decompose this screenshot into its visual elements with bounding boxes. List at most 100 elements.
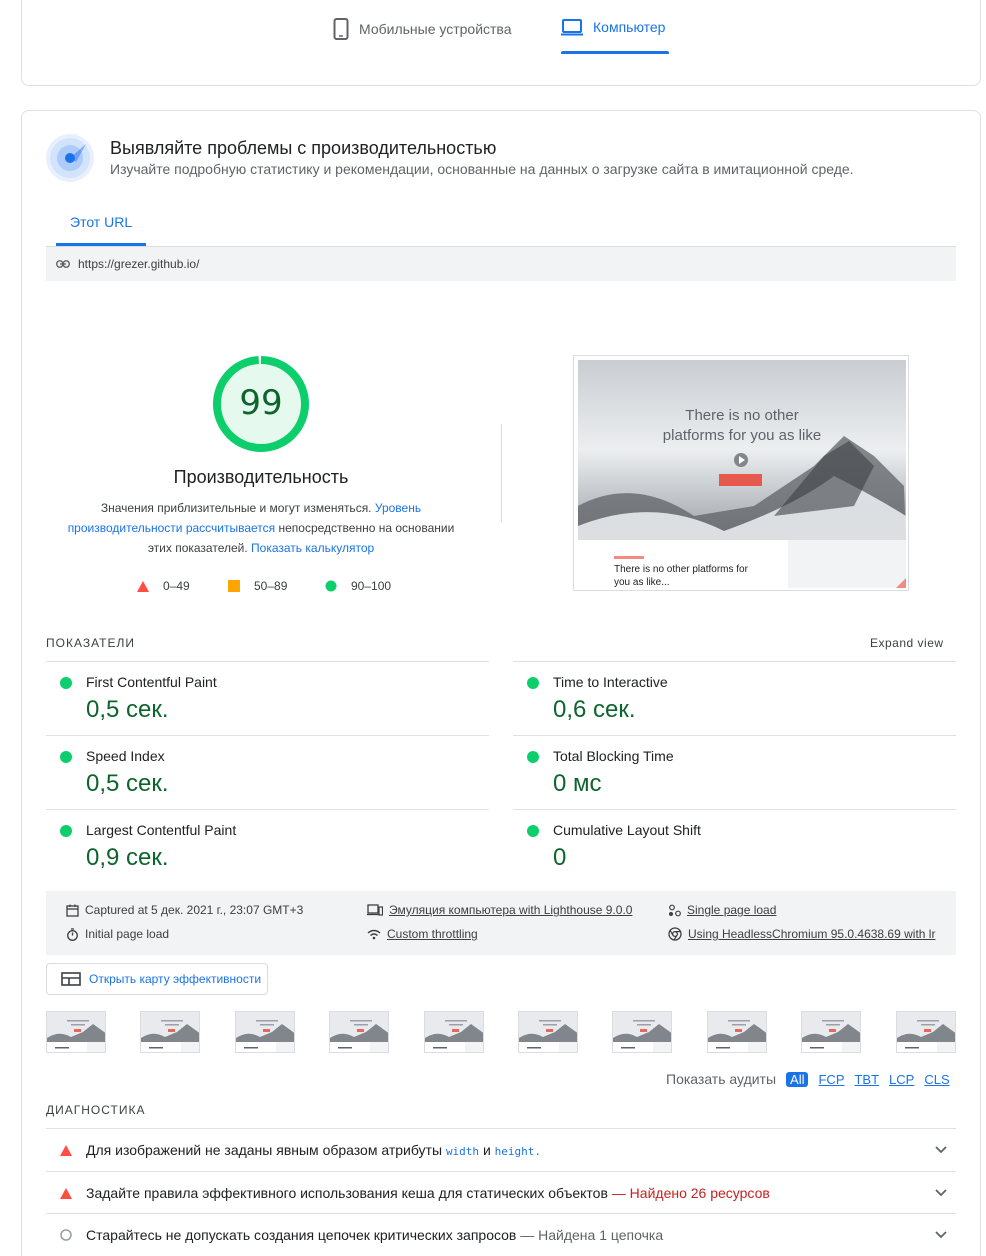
devices-icon [367, 904, 383, 916]
info-circle-icon [60, 1229, 72, 1241]
filmstrip-frame [896, 1011, 956, 1053]
chevron-down-icon [935, 1231, 947, 1239]
filmstrip-frame [329, 1011, 389, 1053]
pass-dot-icon [60, 825, 72, 837]
audit-filter: Показать аудиты All FCP TBT LCP CLS [666, 1071, 950, 1087]
browser-info[interactable]: Using HeadlessChromium 95.0.4638.69 with… [668, 927, 935, 941]
pass-dot-icon [527, 677, 539, 689]
pass-dot-icon [527, 751, 539, 763]
calendar-icon [66, 904, 79, 917]
filter-all[interactable]: All [786, 1071, 809, 1087]
score-value: 99 [239, 383, 283, 423]
metric-value: 0,6 сек. [553, 696, 636, 723]
orange-square-icon [228, 580, 240, 592]
red-triangle-icon [60, 1144, 72, 1156]
legend-average: 50–89 [228, 579, 287, 593]
metric-value: 0,5 сек. [86, 770, 169, 797]
filmstrip-frame [424, 1011, 484, 1053]
metric-name: Speed Index [86, 748, 165, 764]
diagnostics-section-label: ДИАГНОСТИКА [46, 1103, 146, 1117]
filter-tbt[interactable]: TBT [854, 1072, 879, 1087]
legend-average-label: 50–89 [254, 579, 288, 593]
metrics-section-label: ПОКАЗАТЕЛИ [46, 636, 135, 650]
filmstrip-frame [801, 1011, 861, 1053]
score-desc-text-1: Значения приблизительные и могут изменят… [100, 501, 372, 515]
final-screenshot: There is no other platforms for you as l… [573, 355, 909, 591]
emulation-info[interactable]: Эмуляция компьютера with Lighthouse 9.0.… [367, 903, 632, 917]
filmstrip-frame [707, 1011, 767, 1053]
audit-code: height [494, 1145, 535, 1158]
screenshot-footer-text: There is no other platforms for you as l… [614, 563, 748, 589]
wifi-icon [367, 929, 381, 939]
metric-value: 0,5 сек. [86, 696, 169, 723]
vertical-divider [501, 424, 502, 522]
pass-dot-icon [60, 677, 72, 689]
tab-this-url[interactable]: Этот URL [70, 214, 132, 230]
audit-title: Старайтесь не допускать создания цепочек… [86, 1227, 926, 1243]
show-calculator-link[interactable]: Показать калькулятор [251, 541, 374, 555]
throttling-info[interactable]: Custom throttling [367, 927, 478, 941]
tab-desktop[interactable]: Компьютер [561, 18, 665, 36]
audit-detail: — Найдена 1 цепочка [520, 1227, 664, 1243]
audit-text: Старайтесь не допускать создания цепочек… [86, 1227, 517, 1243]
screenshot-hero-text: There is no other platforms for you as l… [574, 406, 908, 446]
metric-name: Largest Contentful Paint [86, 822, 237, 838]
chrome-icon [668, 927, 682, 941]
treemap-icon [61, 972, 81, 986]
audit-title: Для изображений не заданы явным образом … [86, 1142, 926, 1158]
audit-filter-label: Показать аудиты [666, 1071, 777, 1087]
green-circle-icon [325, 580, 337, 592]
filter-cls[interactable]: CLS [924, 1072, 949, 1087]
single-load-info[interactable]: Single page load [668, 903, 776, 917]
audit-row-unsized-images[interactable]: Для изображений не заданы явным образом … [46, 1128, 956, 1171]
throttling-text: Custom throttling [387, 927, 478, 941]
view-treemap-button[interactable]: Открыть карту эффективности [46, 963, 268, 995]
captured-at-text: Captured at 5 дек. 2021 г., 23:07 GMT+3 [85, 903, 304, 917]
initial-page-load: Initial page load [66, 927, 169, 941]
legend-pass-label: 90–100 [351, 579, 392, 593]
screenshot-hero-line-2: platforms for you as like [662, 427, 822, 444]
audit-row-cache-policy[interactable]: Задайте правила эффективного использован… [46, 1171, 956, 1214]
nodes-icon [669, 904, 681, 916]
emulation-text: Эмуляция компьютера with Lighthouse 9.0.… [389, 903, 633, 917]
initial-load-text: Initial page load [85, 927, 170, 941]
filter-fcp[interactable]: FCP [818, 1072, 844, 1087]
pass-dot-icon [60, 751, 72, 763]
top-card [21, 0, 981, 86]
tab-mobile-label: Мобильные устройства [359, 21, 512, 37]
audit-text: Задайте правила эффективного использован… [86, 1185, 608, 1201]
audit-text: и [482, 1142, 491, 1158]
metric-si: Speed Index 0,5 сек. [46, 735, 489, 809]
tab-desktop-label: Компьютер [593, 19, 666, 35]
metric-cls: Cumulative Layout Shift 0 [513, 809, 956, 883]
metric-name: Time to Interactive [553, 674, 668, 690]
score-title: Производительность [173, 467, 349, 487]
metric-tbt: Total Blocking Time 0 мс [513, 735, 956, 809]
score-description: Значения приблизительные и могут изменят… [62, 498, 460, 558]
chevron-down-icon [935, 1189, 947, 1197]
metric-lcp: Largest Contentful Paint 0,9 сек. [46, 809, 489, 883]
metric-value: 0 мс [553, 770, 602, 797]
audit-row-critical-chains[interactable]: Старайтесь не допускать создания цепочек… [46, 1213, 956, 1256]
filmstrip-frame [612, 1011, 672, 1053]
tested-url: https://grezer.github.io/ [78, 257, 200, 271]
link-icon [56, 260, 70, 268]
metric-fcp: First Contentful Paint 0,5 сек. [46, 661, 489, 735]
filter-lcp[interactable]: LCP [889, 1072, 914, 1087]
legend-fail: 0–49 [137, 579, 190, 593]
expand-view-toggle[interactable]: Expand view [870, 636, 944, 650]
audit-detail: — Найдено 26 ресурсов [611, 1185, 770, 1201]
audit-code: width [445, 1145, 480, 1158]
red-triangle-icon [60, 1187, 72, 1199]
filmstrip-frame [140, 1011, 200, 1053]
pass-dot-icon [527, 825, 539, 837]
tab-mobile[interactable]: Мобильные устройства [333, 18, 512, 40]
chevron-down-icon [935, 1146, 947, 1154]
lab-data-icon [46, 134, 94, 182]
view-treemap-label: Открыть карту эффективности [89, 972, 262, 986]
timer-icon [67, 927, 78, 941]
laptop-icon [561, 19, 583, 36]
browser-text: Using HeadlessChromium 95.0.4638.69 with… [688, 927, 936, 941]
metric-value: 0,9 сек. [86, 844, 169, 871]
metric-tti: Time to Interactive 0,6 сек. [513, 661, 956, 735]
